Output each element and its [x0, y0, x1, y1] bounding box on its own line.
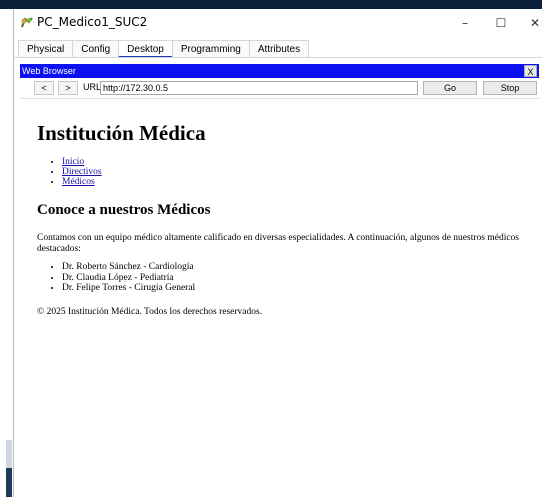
packet-tracer-pc-icon [21, 17, 33, 28]
desktop-topbar [0, 0, 542, 9]
list-item: Dr. Felipe Torres - Cirugía General [62, 283, 195, 294]
page-nav-list: Inicio Directivos Médicos [50, 157, 102, 187]
title-bar[interactable]: PC_Medico1_SUC2 – ☐ ✕ [14, 9, 542, 37]
close-icon[interactable]: ✕ [525, 14, 542, 32]
link-medicos[interactable]: Médicos [62, 177, 95, 187]
browser-nav-row: < > URL http://172.30.0.5 Go Stop [20, 81, 539, 96]
browser-close-button[interactable]: X [524, 65, 537, 77]
url-label: URL [83, 82, 102, 92]
list-item: Médicos [62, 177, 102, 187]
web-page-content: Institución Médica Inicio Directivos Méd… [20, 98, 539, 497]
page-heading: Institución Médica [37, 121, 206, 145]
stop-button[interactable]: Stop [483, 81, 537, 95]
doctor-list: Dr. Roberto Sánchez - Cardiología Dr. Cl… [50, 262, 195, 294]
list-item: Directivos [62, 167, 102, 177]
forward-button[interactable]: > [58, 81, 78, 95]
web-browser-title: Web Browser [22, 66, 76, 76]
tab-config[interactable]: Config [72, 40, 120, 58]
maximize-icon[interactable]: ☐ [491, 14, 511, 32]
intro-paragraph: Contamos con un equipo médico altamente … [37, 233, 519, 254]
taskbar-item[interactable] [6, 440, 12, 470]
list-item: Dr. Roberto Sánchez - Cardiología [62, 262, 195, 273]
tab-desktop[interactable]: Desktop [118, 40, 173, 58]
tab-attributes[interactable]: Attributes [248, 40, 310, 58]
web-browser-titlebar: Web Browser X [20, 64, 539, 78]
tab-bar: Physical Config Desktop Programming Attr… [18, 40, 310, 58]
section-title: Conoce a nuestros Médicos [37, 202, 211, 218]
link-directivos[interactable]: Directivos [62, 167, 102, 177]
url-input[interactable]: http://172.30.0.5 [100, 81, 418, 95]
tab-programming[interactable]: Programming [171, 40, 250, 58]
back-button[interactable]: < [34, 81, 54, 95]
tab-divider [14, 57, 542, 58]
minimize-icon[interactable]: – [455, 14, 475, 32]
desktop-left-strip [0, 9, 13, 497]
link-inicio[interactable]: Inicio [62, 157, 84, 167]
list-item: Dr. Claudia López - Pediatría [62, 273, 195, 284]
window-title: PC_Medico1_SUC2 [37, 15, 148, 29]
page-footer: © 2025 Institución Médica. Todos los der… [37, 307, 263, 317]
tab-physical[interactable]: Physical [18, 40, 74, 58]
taskbar-item[interactable] [6, 468, 12, 497]
go-button[interactable]: Go [423, 81, 477, 95]
list-item: Inicio [62, 157, 102, 167]
app-window: PC_Medico1_SUC2 – ☐ ✕ Physical Config De… [13, 9, 542, 497]
